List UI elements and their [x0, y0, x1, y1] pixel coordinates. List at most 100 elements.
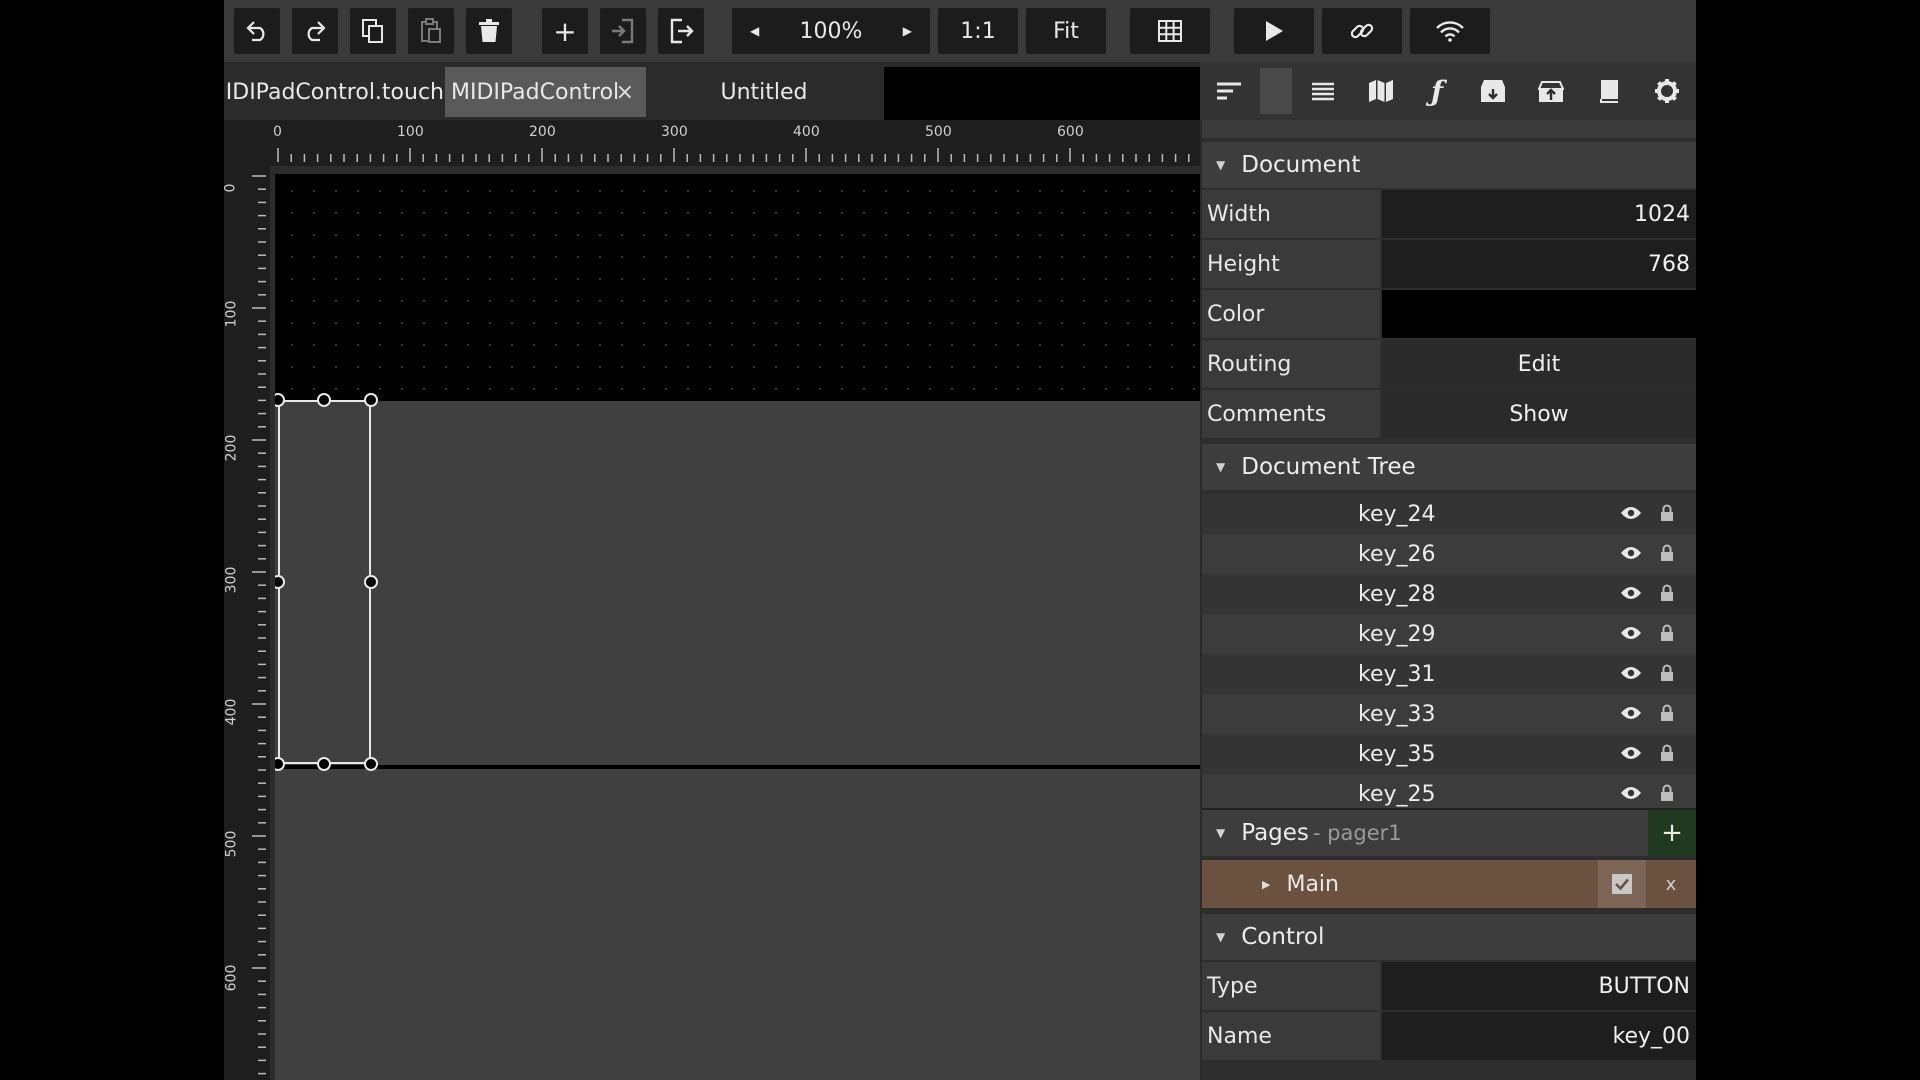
document-section-header[interactable]: ▼ Document	[1202, 142, 1696, 188]
undo-button[interactable]	[234, 8, 280, 54]
eye-icon[interactable]	[1620, 705, 1642, 721]
paste-button[interactable]	[408, 8, 454, 54]
type-select[interactable]: BUTTON	[1382, 962, 1696, 1010]
save-button[interactable]	[1524, 68, 1578, 114]
lock-icon[interactable]	[1660, 744, 1674, 762]
eye-icon[interactable]	[1620, 505, 1642, 521]
download-box-icon	[1481, 80, 1505, 102]
list-view-button[interactable]	[1296, 68, 1350, 114]
pages-section-header[interactable]: ▼ Pages - pager1 +	[1202, 808, 1696, 856]
routing-property: Routing Edit	[1202, 340, 1696, 388]
comments-property: Comments Show	[1202, 390, 1696, 438]
lock-icon[interactable]	[1660, 584, 1674, 602]
tab-untitled[interactable]: Untitled	[650, 67, 878, 117]
collapse-triangle-icon: ▼	[1216, 826, 1226, 840]
map-view-button[interactable]	[1354, 68, 1408, 114]
horizontal-ruler-ticks	[277, 148, 1190, 162]
selection-box[interactable]	[278, 400, 371, 764]
zoom-actual-button[interactable]: 1:1	[938, 8, 1018, 54]
lock-icon[interactable]	[1660, 504, 1674, 522]
tab-midipadcontrol[interactable]: MIDIPadControl ×	[445, 67, 646, 117]
resize-handle[interactable]	[317, 393, 331, 407]
control-section-header[interactable]: ▼ Control	[1202, 914, 1696, 960]
zoom-in-arrow-icon[interactable]: ▶	[903, 24, 912, 38]
selected-panel-tab[interactable]	[1260, 68, 1292, 114]
add-control-button[interactable]: +	[542, 8, 588, 54]
wifi-button[interactable]	[1410, 8, 1490, 54]
play-icon	[1266, 21, 1283, 41]
horizontal-ruler: 0 100 200 300 400 500 600	[224, 120, 1200, 166]
eye-icon[interactable]	[1620, 745, 1642, 761]
export-button[interactable]	[658, 8, 704, 54]
link-button[interactable]	[1322, 8, 1402, 54]
resize-handle[interactable]	[364, 757, 378, 771]
width-input[interactable]: 1024	[1382, 190, 1696, 238]
add-page-button[interactable]: +	[1648, 810, 1696, 856]
white-keys[interactable]	[275, 401, 1200, 765]
page-name: Main	[1286, 871, 1339, 897]
white-keys[interactable]	[275, 769, 1200, 1080]
property-label: Height	[1202, 240, 1380, 288]
redo-button[interactable]	[292, 8, 338, 54]
comments-show-button[interactable]: Show	[1382, 390, 1696, 438]
tree-item[interactable]: key_31	[1202, 654, 1696, 694]
wifi-icon	[1436, 21, 1464, 42]
layout-canvas[interactable]	[275, 174, 1200, 1080]
lock-icon[interactable]	[1660, 704, 1674, 722]
script-button[interactable]: ƒ	[1410, 68, 1464, 114]
tree-item[interactable]: key_24	[1202, 494, 1696, 534]
tree-item-label: key_33	[1358, 701, 1436, 727]
eye-icon[interactable]	[1620, 625, 1642, 641]
lock-icon[interactable]	[1660, 784, 1674, 802]
remove-page-button[interactable]: x	[1646, 860, 1696, 908]
tree-item[interactable]: key_29	[1202, 614, 1696, 654]
eye-icon[interactable]	[1620, 785, 1642, 801]
eye-icon[interactable]	[1620, 665, 1642, 681]
lock-icon[interactable]	[1660, 664, 1674, 682]
document-tree-section-header[interactable]: ▼ Document Tree	[1202, 444, 1696, 490]
play-button[interactable]	[1234, 8, 1314, 54]
tree-item[interactable]: key_26	[1202, 534, 1696, 574]
tree-item[interactable]: key_35	[1202, 734, 1696, 774]
page-row-main[interactable]: ▶ Main x	[1202, 860, 1696, 908]
import-button[interactable]	[600, 8, 646, 54]
resize-handle[interactable]	[364, 575, 378, 589]
lock-icon[interactable]	[1660, 624, 1674, 642]
vertical-ruler: 0 100 200 300 400 500 600	[224, 166, 270, 1080]
load-button[interactable]	[1466, 68, 1520, 114]
page-checkbox[interactable]	[1598, 860, 1646, 908]
eye-icon[interactable]	[1620, 545, 1642, 561]
collapse-triangle-icon: ▼	[1216, 158, 1226, 172]
zoom-out-arrow-icon[interactable]: ◀	[750, 24, 759, 38]
close-icon[interactable]: ×	[616, 67, 634, 117]
type-property: Type BUTTON	[1202, 962, 1696, 1010]
tab-midipadcontrol-touch[interactable]: MIDIPadControl.touch	[224, 67, 444, 117]
section-title: Control	[1241, 924, 1325, 950]
delete-button[interactable]	[466, 8, 512, 54]
ruler-label: 100	[397, 124, 424, 140]
docs-button[interactable]	[1582, 68, 1636, 114]
tab-label: MIDIPadControl.touch	[224, 79, 444, 105]
resize-handle[interactable]	[364, 393, 378, 407]
name-input[interactable]: key_00	[1382, 1012, 1696, 1060]
tree-item[interactable]: key_33	[1202, 694, 1696, 734]
tree-item-label: key_25	[1358, 781, 1436, 807]
tab-label: MIDIPadControl	[451, 79, 620, 105]
document-tabs: MIDIPadControl.touch MIDIPadControl × Un…	[224, 62, 1200, 120]
resize-handle[interactable]	[317, 757, 331, 771]
grid-toggle-button[interactable]	[1130, 8, 1210, 54]
copy-button[interactable]	[350, 8, 396, 54]
routing-edit-button[interactable]: Edit	[1382, 340, 1696, 388]
collapse-triangle-icon: ▼	[1216, 930, 1226, 944]
eye-icon[interactable]	[1620, 585, 1642, 601]
height-input[interactable]: 768	[1382, 240, 1696, 288]
lock-icon[interactable]	[1660, 544, 1674, 562]
settings-button[interactable]	[1640, 68, 1694, 114]
align-tool-button[interactable]	[1202, 68, 1256, 114]
tree-item[interactable]: key_28	[1202, 574, 1696, 614]
color-swatch[interactable]	[1382, 290, 1696, 338]
zoom-fit-button[interactable]: Fit	[1026, 8, 1106, 54]
map-icon	[1369, 80, 1393, 102]
name-property: Name key_00	[1202, 1012, 1696, 1060]
expand-triangle-icon: ▶	[1262, 877, 1271, 891]
